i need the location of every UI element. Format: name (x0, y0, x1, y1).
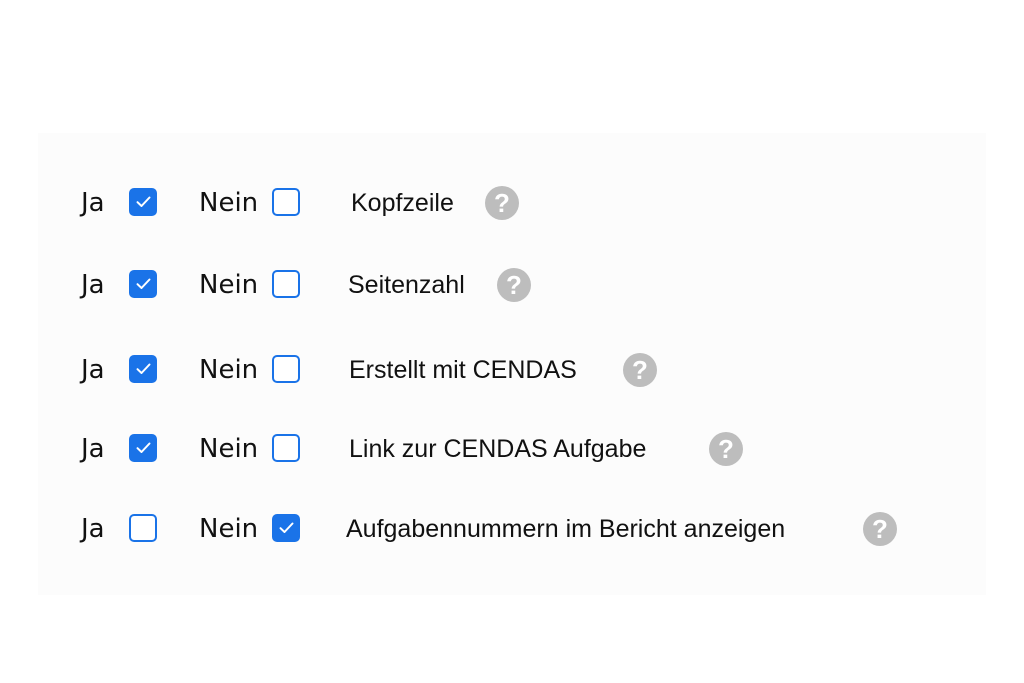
settings-panel: Ja Nein Kopfzeile ? Ja Nein Seitenzahl ?… (38, 133, 986, 595)
no-checkbox[interactable] (272, 434, 300, 462)
no-label: Nein (199, 434, 259, 464)
no-label: Nein (199, 270, 259, 300)
setting-label: Aufgabennummern im Bericht anzeigen (346, 515, 786, 543)
help-icon[interactable]: ? (709, 432, 743, 466)
no-checkbox[interactable] (272, 188, 300, 216)
yes-label: Ja (81, 514, 105, 544)
setting-label: Link zur CENDAS Aufgabe (349, 435, 647, 463)
setting-row-aufgabennummern: Ja Nein Aufgabennummern im Bericht anzei… (38, 509, 986, 549)
help-icon[interactable]: ? (623, 353, 657, 387)
yes-label: Ja (81, 188, 105, 218)
setting-row-seitenzahl: Ja Nein Seitenzahl ? (38, 265, 986, 305)
help-icon[interactable]: ? (863, 512, 897, 546)
help-icon[interactable]: ? (485, 186, 519, 220)
setting-row-erstellt-mit-cendas: Ja Nein Erstellt mit CENDAS ? (38, 350, 986, 390)
yes-label: Ja (81, 434, 105, 464)
no-label: Nein (199, 514, 259, 544)
setting-row-link-zur-cendas-aufgabe: Ja Nein Link zur CENDAS Aufgabe ? (38, 429, 986, 469)
yes-label: Ja (81, 270, 105, 300)
no-checkbox[interactable] (272, 270, 300, 298)
no-checkbox[interactable] (272, 514, 300, 542)
yes-checkbox[interactable] (129, 434, 157, 462)
yes-label: Ja (81, 355, 105, 385)
no-label: Nein (199, 355, 259, 385)
no-label: Nein (199, 188, 259, 218)
setting-label: Kopfzeile (351, 189, 454, 217)
help-icon[interactable]: ? (497, 268, 531, 302)
yes-checkbox[interactable] (129, 188, 157, 216)
yes-checkbox[interactable] (129, 355, 157, 383)
yes-checkbox[interactable] (129, 270, 157, 298)
yes-checkbox[interactable] (129, 514, 157, 542)
setting-row-kopfzeile: Ja Nein Kopfzeile ? (38, 183, 986, 223)
setting-label: Seitenzahl (348, 271, 465, 299)
setting-label: Erstellt mit CENDAS (349, 356, 577, 384)
no-checkbox[interactable] (272, 355, 300, 383)
